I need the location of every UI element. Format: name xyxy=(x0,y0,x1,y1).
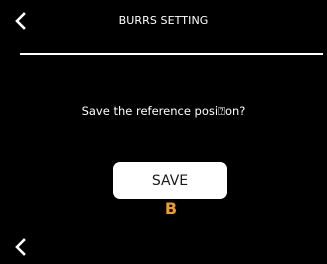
save-button[interactable]: SAVE xyxy=(113,162,227,199)
page-title: BURRS SETTING xyxy=(118,14,209,27)
save-button-label: SAVE xyxy=(151,172,189,189)
confirmation-prompt: Save the reference posi⍰on? xyxy=(81,104,246,118)
header-divider xyxy=(20,53,323,55)
chevron-left-icon xyxy=(15,238,26,256)
marker-label: B xyxy=(164,199,178,218)
burrs-setting-screen: BURRS SETTING Save the reference posi⍰on… xyxy=(0,0,327,264)
footer-back-button[interactable] xyxy=(10,236,30,258)
